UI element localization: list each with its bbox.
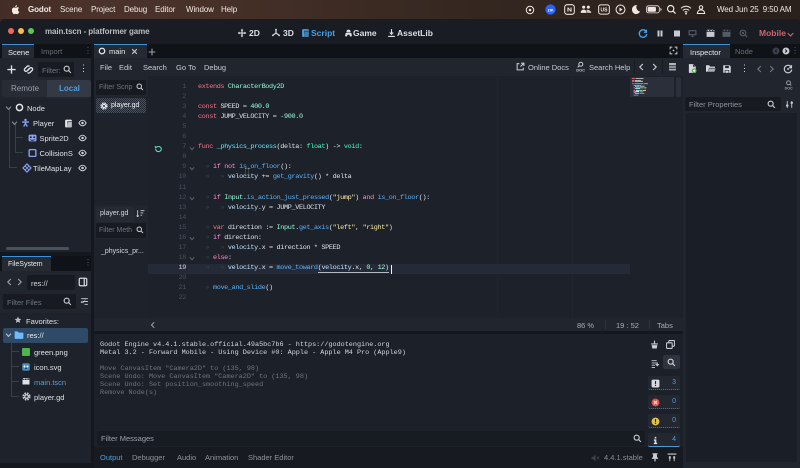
svg-text:DOC: DOC: [785, 86, 793, 90]
svg-text:US: US: [601, 8, 609, 14]
svg-text:zm: zm: [548, 8, 554, 13]
svg-text:DOC: DOC: [576, 67, 585, 72]
